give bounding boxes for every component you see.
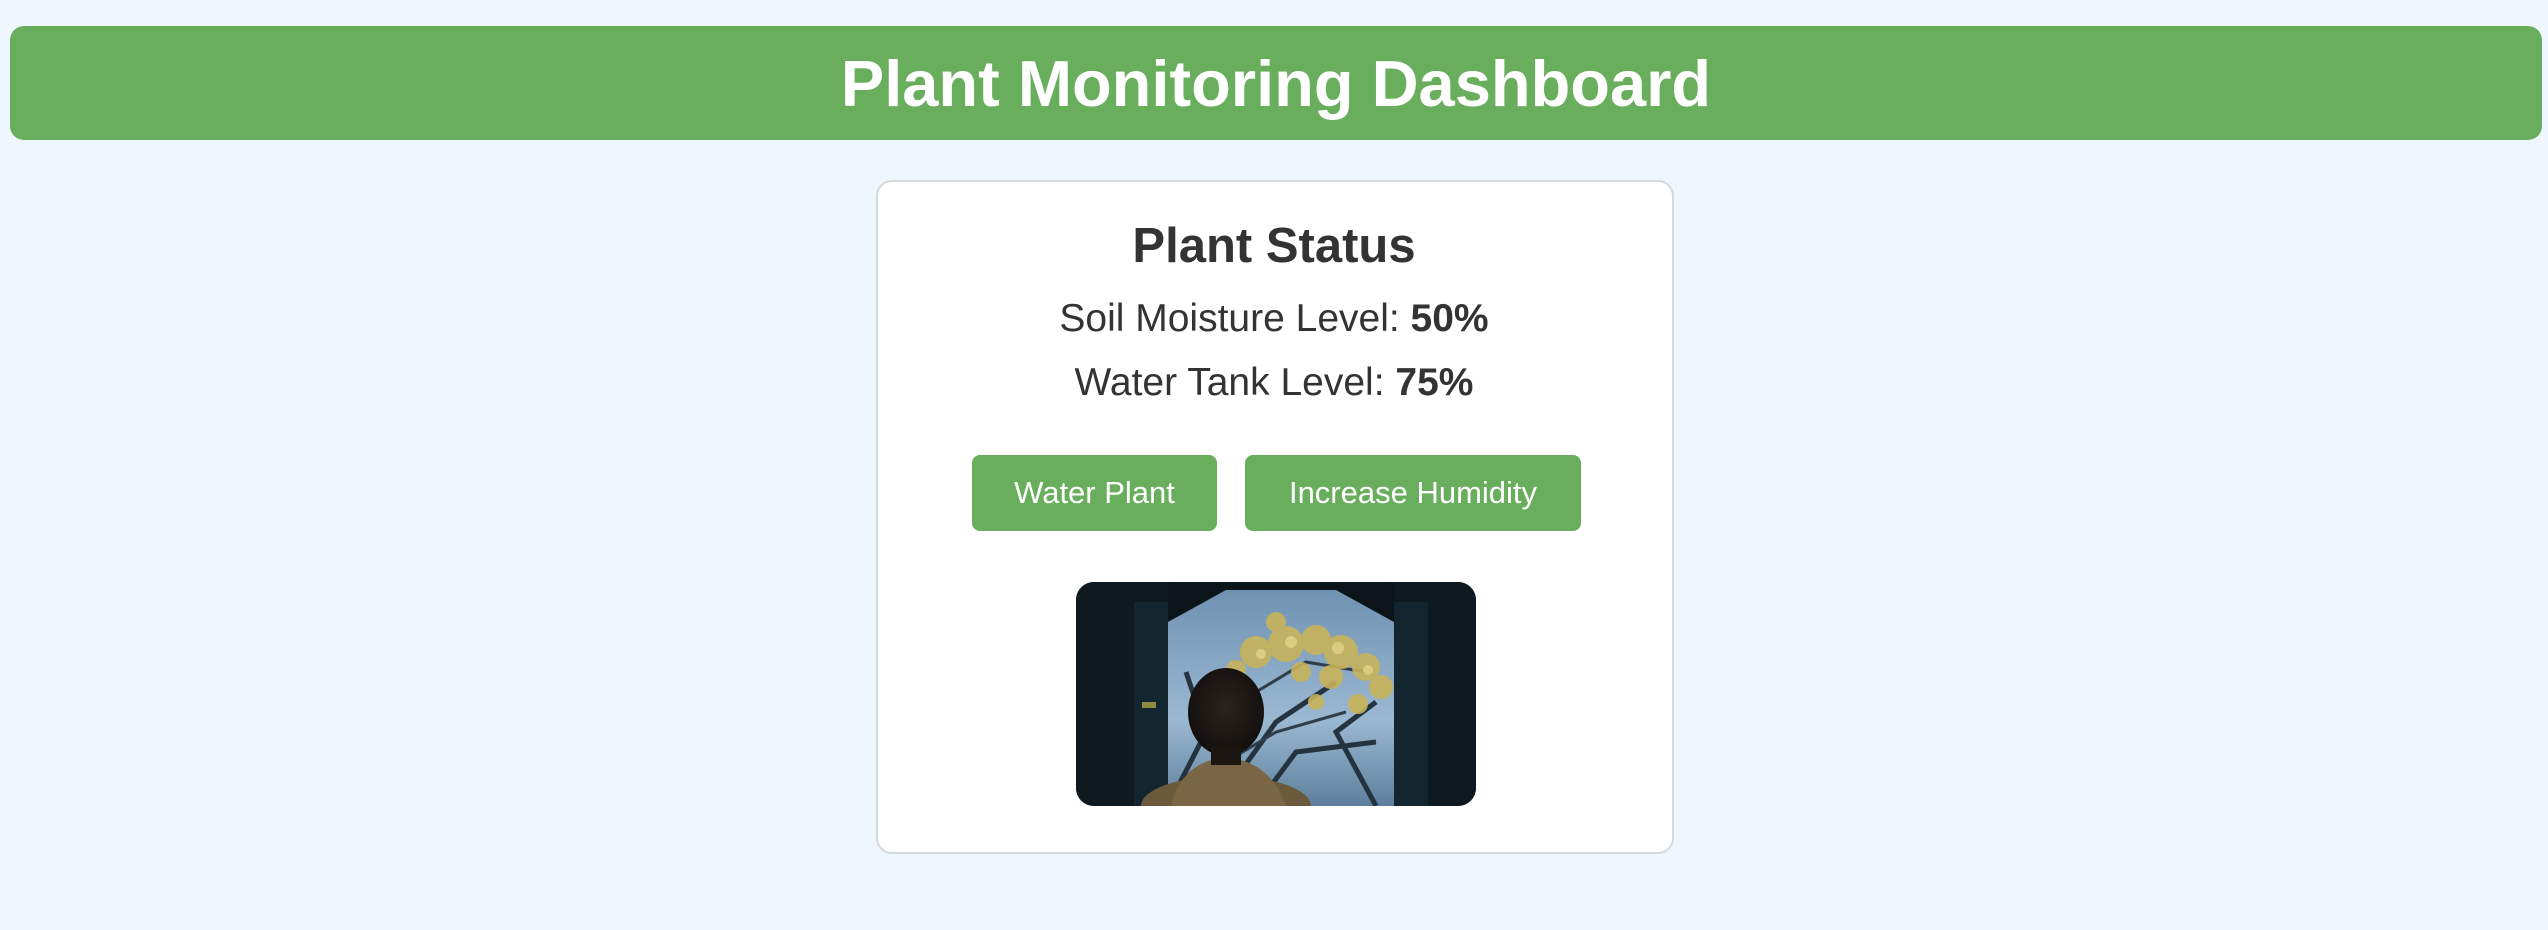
- water-tank-value: 75%: [1395, 361, 1474, 404]
- soil-moisture-stat: Soil Moisture Level: 50%: [0, 299, 2548, 338]
- dashboard-header: Plant Monitoring Dashboard: [10, 26, 2542, 140]
- soil-moisture-value: 50%: [1410, 297, 1489, 340]
- page-title: Plant Monitoring Dashboard: [840, 46, 1712, 120]
- soil-moisture-label: Soil Moisture Level:: [1059, 297, 1411, 340]
- water-tank-stat: Water Tank Level: 75%: [0, 363, 2548, 402]
- plant-scene-image: [1076, 582, 1476, 806]
- plant-status-title: Plant Status: [1132, 219, 1416, 273]
- water-plant-button[interactable]: Water Plant: [972, 455, 1217, 531]
- water-tank-label: Water Tank Level:: [1074, 361, 1396, 404]
- increase-humidity-button[interactable]: Increase Humidity: [1245, 455, 1581, 531]
